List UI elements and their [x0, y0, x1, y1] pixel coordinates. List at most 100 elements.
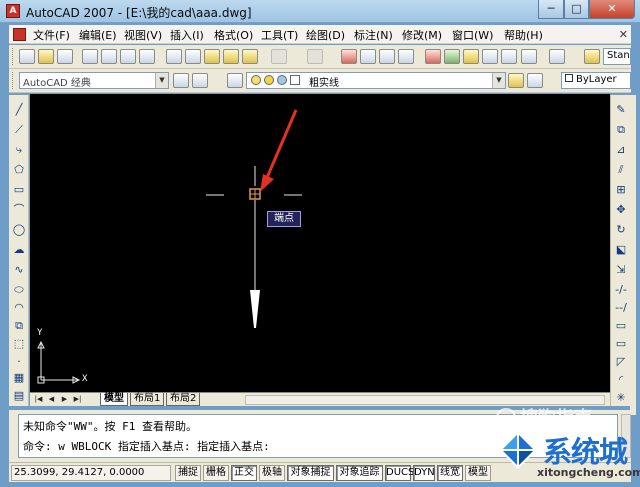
match-properties-icon[interactable] — [223, 49, 239, 64]
print-icon[interactable] — [82, 49, 98, 64]
text-style-combo[interactable]: Stan — [603, 48, 631, 65]
dyn-toggle[interactable]: DYN — [413, 465, 435, 481]
menu-insert[interactable]: 插入(I) — [170, 27, 204, 43]
menu-edit[interactable]: 编辑(E) — [79, 27, 117, 43]
chevron-down-icon[interactable]: ▼ — [492, 73, 505, 88]
next-tab-button[interactable]: ▶ — [59, 394, 70, 405]
last-tab-button[interactable]: ▶| — [72, 394, 83, 405]
osnap-toggle[interactable]: 对象捕捉 — [287, 465, 334, 481]
otrack-toggle[interactable]: 对象追踪 — [336, 465, 383, 481]
zoom-previous-icon[interactable] — [398, 49, 414, 64]
break-at-point-icon[interactable]: ▭ — [614, 319, 628, 332]
model-toggle[interactable]: 模型 — [465, 465, 491, 481]
close-button[interactable]: ✕ — [589, 0, 635, 19]
text-style-icon[interactable] — [584, 49, 600, 64]
array-icon[interactable]: ⊞ — [614, 183, 628, 196]
polyline-icon[interactable]: ⤷ — [12, 143, 26, 156]
coordinate-display[interactable]: 25.3099, 29.4127, 0.0000 — [11, 465, 171, 481]
ducs-toggle[interactable]: DUCS — [385, 465, 414, 481]
maximize-button[interactable]: □ — [564, 0, 589, 19]
menu-help[interactable]: 帮助(H) — [504, 27, 543, 43]
extend-icon[interactable]: --/ — [614, 301, 628, 314]
markup-icon[interactable] — [501, 49, 517, 64]
open-icon[interactable] — [38, 49, 54, 64]
lineweight-toggle[interactable]: 线宽 — [437, 465, 463, 481]
copy-object-icon[interactable]: ⧉ — [614, 123, 628, 136]
workspace-select[interactable]: AutoCAD 经典 ▼ — [19, 72, 169, 89]
workspace-settings-icon[interactable] — [173, 73, 189, 88]
print-preview-icon[interactable] — [101, 49, 117, 64]
menu-tools[interactable]: 工具(T) — [261, 27, 298, 43]
tool-palettes-icon[interactable] — [463, 49, 479, 64]
drawing-canvas[interactable]: 端点 Y X — [30, 94, 610, 392]
erase-icon[interactable]: ✎ — [614, 103, 628, 116]
stretch-icon[interactable]: ⇲ — [614, 263, 628, 276]
sheet-set-icon[interactable] — [482, 49, 498, 64]
rectangle-icon[interactable]: ▭ — [12, 183, 26, 196]
save-icon[interactable] — [57, 49, 73, 64]
block-editor-icon[interactable] — [242, 49, 258, 64]
menu-view[interactable]: 视图(V) — [124, 27, 162, 43]
pan-icon[interactable] — [341, 49, 357, 64]
make-layer-current-icon[interactable] — [508, 73, 524, 88]
first-tab-button[interactable]: |◀ — [33, 394, 44, 405]
menu-window[interactable]: 窗口(W) — [452, 27, 493, 43]
new-icon[interactable] — [19, 49, 35, 64]
color-control[interactable]: ByLayer — [561, 72, 631, 89]
chamfer-icon[interactable]: ◸ — [614, 355, 628, 368]
tab-model[interactable]: 模型 — [100, 393, 128, 406]
minimize-button[interactable]: ─ — [538, 0, 564, 19]
publish-icon[interactable] — [120, 49, 136, 64]
3d-dwf-icon[interactable] — [139, 49, 155, 64]
scale-icon[interactable]: ⬕ — [614, 243, 628, 256]
menu-file[interactable]: 文件(F) — [33, 27, 70, 43]
toolbar-grip[interactable] — [12, 72, 15, 89]
undo-icon[interactable] — [271, 49, 287, 64]
menu-dimension[interactable]: 标注(N) — [354, 27, 393, 43]
redo-icon[interactable] — [307, 49, 323, 64]
circle-icon[interactable]: ◯ — [12, 223, 26, 236]
trim-icon[interactable]: -/- — [614, 283, 628, 296]
calculator-icon[interactable] — [521, 49, 537, 64]
point-icon[interactable]: · — [12, 355, 26, 368]
zoom-window-icon[interactable] — [379, 49, 395, 64]
tab-layout2[interactable]: 布局2 — [166, 393, 201, 406]
spline-icon[interactable]: ∿ — [12, 263, 26, 276]
layer-manager-icon[interactable] — [227, 73, 243, 88]
mirror-icon[interactable]: ⊿ — [614, 143, 628, 156]
move-icon[interactable]: ✥ — [614, 203, 628, 216]
construction-line-icon[interactable]: ⟋ — [12, 123, 26, 136]
ellipse-icon[interactable]: ⬭ — [12, 283, 26, 296]
layer-previous-icon[interactable] — [527, 73, 543, 88]
menu-modify[interactable]: 修改(M) — [402, 27, 442, 43]
paste-icon[interactable] — [204, 49, 220, 64]
save-workspace-icon[interactable] — [192, 73, 208, 88]
offset-icon[interactable]: ⫽ — [614, 163, 628, 176]
document-close-icon[interactable]: ✕ — [619, 28, 628, 41]
command-prompt-line[interactable]: 命令: w WBLOCK 指定插入基点: 指定插入基点: — [23, 438, 270, 454]
cut-icon[interactable] — [166, 49, 182, 64]
fillet-icon[interactable]: ◜ — [614, 373, 628, 386]
help-icon[interactable] — [549, 49, 565, 64]
insert-block-icon[interactable]: ⧉ — [12, 319, 26, 332]
break-icon[interactable]: ▭ — [614, 337, 628, 350]
grid-toggle[interactable]: 栅格 — [203, 465, 229, 481]
layer-select[interactable]: 粗实线 ▼ — [246, 72, 506, 89]
properties-icon[interactable] — [425, 49, 441, 64]
explode-icon[interactable]: ✳ — [614, 391, 628, 404]
hatch-icon[interactable]: ▦ — [12, 371, 26, 384]
line-icon[interactable]: ╱ — [12, 103, 26, 116]
ellipse-arc-icon[interactable]: ◠ — [12, 301, 26, 314]
make-block-icon[interactable]: ⬚ — [12, 337, 26, 350]
ortho-toggle[interactable]: 正交 — [231, 465, 257, 481]
polygon-icon[interactable]: ⬠ — [12, 163, 26, 176]
zoom-realtime-icon[interactable] — [360, 49, 376, 64]
document-icon[interactable] — [13, 28, 26, 41]
previous-tab-button[interactable]: ◀ — [46, 394, 57, 405]
chevron-down-icon[interactable]: ▼ — [155, 73, 168, 88]
copy-icon[interactable] — [185, 49, 201, 64]
polar-toggle[interactable]: 极轴 — [259, 465, 285, 481]
toolbar-grip[interactable] — [12, 48, 15, 65]
table-icon[interactable]: ▤ — [12, 389, 26, 402]
revision-cloud-icon[interactable]: ☁ — [12, 243, 26, 256]
